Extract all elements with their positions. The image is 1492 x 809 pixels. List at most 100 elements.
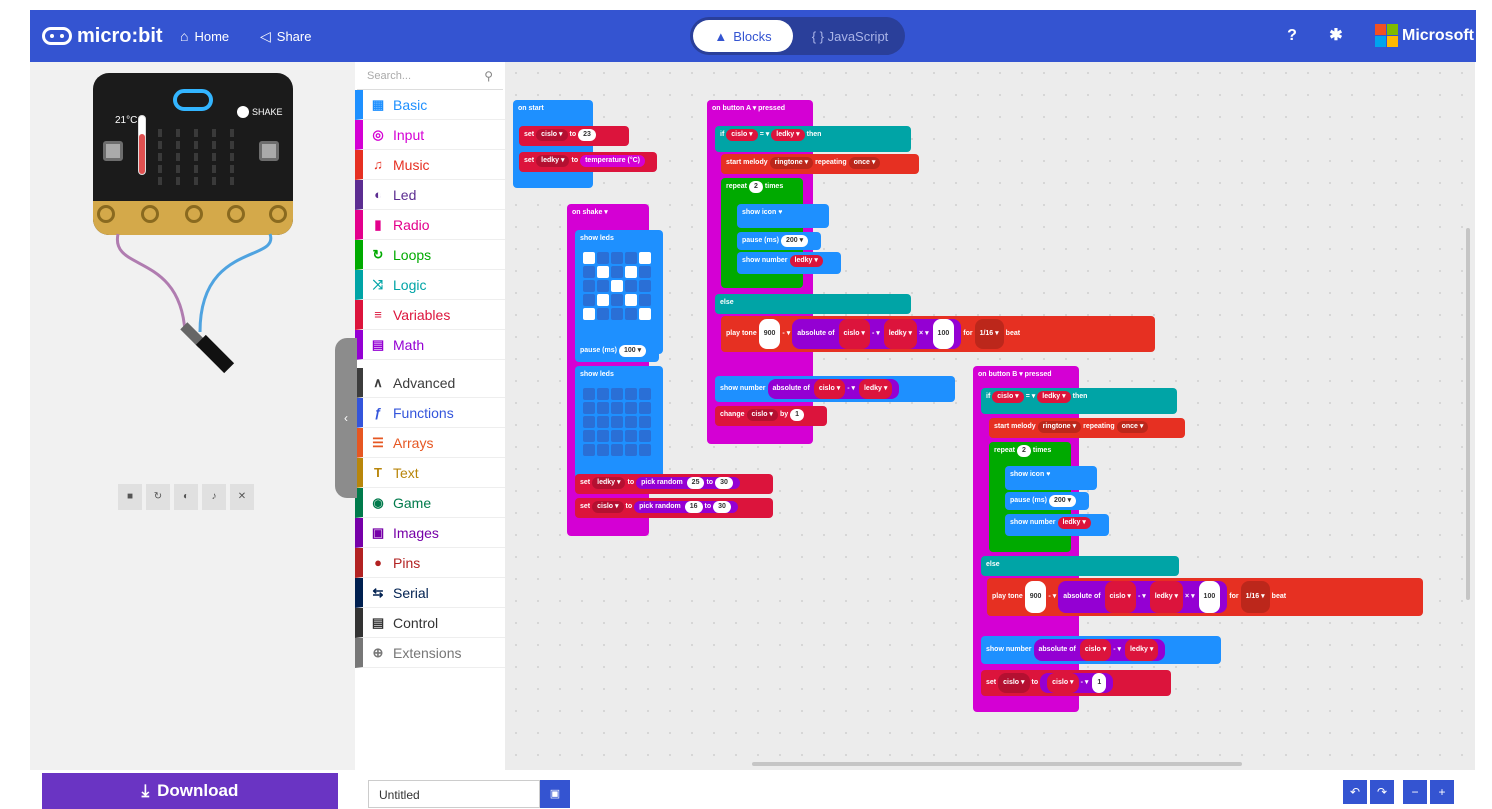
blocks-tab[interactable]: ▲ Blocks [693,20,793,52]
pause-block-a[interactable]: pause (ms) 200 ▾ [737,232,821,250]
beat-dropdown[interactable]: 1/16 ▾ [1240,581,1270,613]
show-number-block-b[interactable]: show number ledky ▾ [1005,514,1109,536]
collapse-simulator-button[interactable]: ‹ [335,338,357,498]
set-cislo-random-block[interactable]: set cislo ▾ to pick random 16 to 30 [575,498,773,518]
restart-icon[interactable]: ↻ [146,484,170,510]
project-name-input[interactable]: Untitled [368,780,540,808]
pause-value[interactable]: 100 ▾ [618,345,647,357]
var-dropdown[interactable]: cislo ▾ [536,129,568,141]
abs-reporter[interactable]: absolute of cislo ▾ - ▾ ledky ▾ × ▾ 100 [1058,581,1228,613]
show-number-abs-block-a[interactable]: show number absolute of cislo ▾ - ▾ ledky … [715,376,955,402]
home-button[interactable]: ⌂ Home [180,28,229,44]
times-value[interactable]: 2 [1017,445,1031,457]
category-game[interactable]: ◉ Game [355,488,505,518]
category-advanced[interactable]: ∧ Advanced [355,368,505,398]
change-cislo-block[interactable]: change cislo ▾ by 1 [715,406,827,426]
pause-block[interactable]: pause (ms) 100 ▾ [575,342,659,362]
play-tone-block-a[interactable]: play tone 900- ▾ absolute of cislo ▾ - ▾ le… [721,316,1155,352]
zoom-out-button[interactable]: − [1403,780,1427,804]
cond-left[interactable]: cislo ▾ [726,129,758,141]
javascript-tab[interactable]: { } JavaScript [800,20,900,52]
minus-op[interactable]: - ▾ [1048,593,1056,600]
cond-right[interactable]: ledky ▾ [1037,391,1071,403]
beat-dropdown[interactable]: 1/16 ▾ [974,319,1004,349]
undo-button[interactable]: ↶ [1343,780,1367,804]
cond-op[interactable]: = ▾ [1026,393,1036,400]
set-ledky-random-block[interactable]: set ledky ▾ to pick random 25 to 30 [575,474,773,494]
set-ledky-block[interactable]: set ledky ▾ to temperature (°C) [519,152,657,172]
category-extensions[interactable]: ⊕ Extensions [355,638,505,668]
category-pins[interactable]: ● Pins [355,548,505,578]
show-number-value[interactable]: ledky ▾ [789,255,823,267]
category-music[interactable]: ♫ Music [355,150,505,180]
heart-icon[interactable]: ♥ [778,209,782,216]
category-logic[interactable]: ⤨ Logic [355,270,505,300]
pause-value[interactable]: 200 ▾ [1048,495,1077,507]
microbit-logo[interactable]: micro:bit [42,22,163,50]
gear-icon[interactable]: ✱ [1327,27,1345,45]
stop-icon[interactable]: ■ [118,484,142,510]
once-dropdown[interactable]: once ▾ [848,157,881,169]
download-button[interactable]: ⤓ Download [42,773,338,809]
melody-dropdown[interactable]: ringtone ▾ [1037,421,1082,433]
category-serial[interactable]: ⇆ Serial [355,578,505,608]
category-images[interactable]: ▣ Images [355,518,505,548]
var-dropdown[interactable]: cislo ▾ [592,501,624,513]
workspace-scrollbar-horizontal[interactable] [752,762,1242,766]
abs-reporter[interactable]: absolute of cislo ▾ - ▾ ledky ▾ [767,379,900,399]
cond-right[interactable]: ledky ▾ [771,129,805,141]
led-pattern-2[interactable] [583,388,651,456]
show-number-block-a[interactable]: show number ledky ▾ [737,252,841,274]
redo-button[interactable]: ↷ [1370,780,1394,804]
if-block-b[interactable]: if cislo ▾ = ▾ ledky ▾ then [981,388,1177,414]
by-value[interactable]: 1 [790,409,805,421]
pick-random-reporter[interactable]: pick random 16 to 30 [634,501,738,513]
pause-value[interactable]: 200 ▾ [780,235,809,247]
toolbox-search[interactable]: Search... ⚲ [357,64,503,90]
pause-block-b[interactable]: pause (ms) 200 ▾ [1005,492,1089,510]
minus-reporter[interactable]: cislo ▾ - ▾ 1 [1040,673,1114,693]
temperature-reporter[interactable]: temperature (°C) [580,155,646,167]
set-cislo-block-b[interactable]: set cislo ▾ to cislo ▾ - ▾ 1 [981,670,1171,696]
slowmo-icon[interactable]: ◐ [174,484,198,510]
else-block-a[interactable]: else [715,294,911,314]
heart-icon[interactable]: ♥ [1046,471,1050,478]
var-dropdown[interactable]: cislo ▾ [998,673,1030,693]
category-variables[interactable]: ≡ Variables [355,300,505,330]
microsoft-logo[interactable]: Microsoft [1375,24,1474,47]
minus-op[interactable]: - ▾ [782,330,790,337]
category-math[interactable]: ▤ Math [355,330,505,360]
if-block-a[interactable]: if cislo ▾ = ▾ ledky ▾ then [715,126,911,152]
start-melody-block-b[interactable]: start melody ringtone ▾ repeating once ▾ [989,418,1185,438]
fullscreen-icon[interactable]: ✕ [230,484,254,510]
abs-reporter[interactable]: absolute of cislo ▾ - ▾ ledky ▾ [1033,639,1166,661]
led-pattern-1[interactable] [583,252,651,320]
var-dropdown[interactable]: ledky ▾ [536,155,570,167]
workspace-scrollbar-vertical[interactable] [1466,228,1470,600]
show-icon-block-b[interactable]: show icon ♥ [1005,466,1097,490]
category-basic[interactable]: ▦ Basic [355,90,505,120]
show-number-abs-block-b[interactable]: show number absolute of cislo ▾ - ▾ ledky … [981,636,1221,664]
mute-icon[interactable]: ♪ [202,484,226,510]
cond-left[interactable]: cislo ▾ [992,391,1024,403]
show-icon-block-a[interactable]: show icon ♥ [737,204,829,228]
once-dropdown[interactable]: once ▾ [1116,421,1149,433]
start-melody-block-a[interactable]: start melody ringtone ▾ repeating once ▾ [721,154,919,174]
tone-value[interactable]: 900 [758,319,781,349]
category-functions[interactable]: ƒ Functions [355,398,505,428]
category-control[interactable]: ▤ Control [355,608,505,638]
abs-reporter[interactable]: absolute of cislo ▾ - ▾ ledky ▾ × ▾ 100 [792,319,962,349]
share-button[interactable]: ◁ Share [260,28,311,45]
tone-value[interactable]: 900 [1024,581,1047,613]
cond-op[interactable]: = ▾ [760,131,770,138]
value-field[interactable]: 23 [578,129,596,141]
pick-random-reporter[interactable]: pick random 25 to 30 [636,477,740,489]
play-tone-block-b[interactable]: play tone 900- ▾ absolute of cislo ▾ - ▾ le… [987,578,1423,616]
show-number-value[interactable]: ledky ▾ [1057,517,1091,529]
var-dropdown[interactable]: ledky ▾ [592,477,626,489]
category-loops[interactable]: ↻ Loops [355,240,505,270]
blocks-workspace[interactable]: on start set cislo ▾ to 23 set ledky ▾ to temp… [505,62,1475,770]
category-input[interactable]: ◎ Input [355,120,505,150]
var-dropdown[interactable]: cislo ▾ [746,409,778,421]
category-arrays[interactable]: ☰ Arrays [355,428,505,458]
